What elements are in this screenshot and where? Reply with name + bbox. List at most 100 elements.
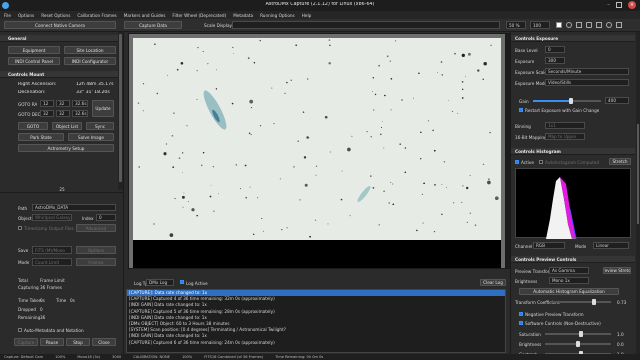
controls-histogram-heading[interactable]: Controls Histogram: [511, 148, 635, 155]
astrometry-setup-button[interactable]: Astrometry Setup: [18, 144, 114, 152]
goto-ra-seconds[interactable]: 32.6s: [72, 100, 88, 107]
toolbar-icon-c[interactable]: [586, 22, 592, 28]
advanced-button[interactable]: Advanced: [76, 224, 116, 232]
auto-metadata-checkbox[interactable]: [18, 328, 22, 332]
stop-button[interactable]: Stop: [66, 338, 90, 346]
auto-stretch-button[interactable]: Automatic Histogram Equalization: [519, 288, 619, 295]
gain-slider-track[interactable]: [533, 98, 601, 104]
zoom-select[interactable]: 50 %: [506, 21, 526, 29]
connect-camera-button[interactable]: Connect Native Camera: [4, 21, 116, 29]
save-format-select[interactable]: FITS (M)/Mono: [32, 246, 72, 254]
gain-input[interactable]: 400: [605, 97, 629, 104]
controls-mount-heading[interactable]: Controls Mount: [0, 71, 118, 78]
object-list-button[interactable]: Object List: [52, 122, 82, 130]
exposure-scale-select[interactable]: Seconds/Minute: [545, 68, 629, 75]
log-list[interactable]: [CAPTURE]: Data rate changed to: 1x [CAP…: [126, 289, 506, 353]
toolbar-icon-a[interactable]: [566, 22, 572, 28]
restart-exposure-checkbox[interactable]: [519, 108, 523, 112]
park-state-button[interactable]: Park State: [18, 133, 64, 141]
frames-button[interactable]: Frames: [76, 258, 116, 266]
right-scrollbar[interactable]: [636, 32, 640, 354]
left-scrollbar[interactable]: [118, 32, 123, 190]
gain-slider-handle[interactable]: [569, 98, 573, 104]
left-scrollbar-thumb[interactable]: [119, 34, 122, 182]
software-controls-checkbox[interactable]: [519, 321, 523, 325]
preview-stretch-button[interactable]: Preview Stretch: [603, 267, 631, 274]
channel-select[interactable]: RGB: [533, 242, 565, 249]
goto-dec-seconds[interactable]: 32.6s: [72, 110, 88, 117]
saturation-slider[interactable]: [545, 331, 611, 337]
goto-ra-hours[interactable]: 12: [40, 100, 54, 107]
capture-data-button[interactable]: Capture Data: [124, 21, 182, 29]
brightness-slider[interactable]: [545, 341, 611, 347]
transform-coef-slider[interactable]: [551, 299, 611, 305]
exposure-input[interactable]: 300: [545, 57, 565, 64]
tonemap-select[interactable]: Map to Upper: [545, 133, 585, 140]
transform-coef-handle[interactable]: [592, 299, 596, 305]
brightness-mode-select[interactable]: Mono 1x: [549, 277, 589, 284]
toolbar-icon-b[interactable]: [576, 22, 582, 28]
image-view[interactable]: [128, 33, 506, 269]
menu-calibration-frames[interactable]: Calibration Frames: [77, 13, 116, 18]
negative-preview-checkbox[interactable]: [519, 312, 523, 316]
close-button[interactable]: Close: [92, 338, 116, 346]
pause-button[interactable]: Pause: [40, 338, 64, 346]
menu-markers-guides[interactable]: Markers and Guides: [124, 13, 166, 18]
save-options-button[interactable]: Options: [76, 246, 116, 254]
solve-image-button[interactable]: Solve Image: [68, 133, 114, 141]
menu-filter-wheel[interactable]: Filter Wheel (Deprecated): [172, 13, 226, 18]
binning-select[interactable]: 1x1: [545, 122, 585, 129]
sky-image[interactable]: [133, 38, 501, 240]
autohistogram-checkbox[interactable]: [539, 160, 543, 164]
right-scrollbar-thumb[interactable]: [637, 124, 639, 224]
index-input[interactable]: 0: [96, 214, 116, 221]
log-active-checkbox[interactable]: [180, 280, 184, 284]
goto-dec-minutes[interactable]: 32: [56, 110, 70, 117]
menu-running-options[interactable]: Running Options: [260, 13, 295, 18]
goto-dec-degrees[interactable]: 32: [40, 110, 54, 117]
saturation-handle[interactable]: [579, 331, 583, 337]
star: [390, 181, 392, 184]
log-type-select[interactable]: DMx Log: [146, 279, 174, 286]
maximize-icon[interactable]: [616, 2, 622, 8]
capture-button[interactable]: Capture: [14, 338, 38, 346]
object-input[interactable]: Whirlpool Galaxy: [32, 214, 72, 221]
brightness-handle[interactable]: [576, 341, 580, 347]
mode-select[interactable]: Count Limit: [32, 258, 72, 266]
menu-metadata[interactable]: Metadata: [233, 13, 253, 18]
controls-exposure-heading[interactable]: Controls Exposure: [511, 35, 635, 42]
menu-reset-options[interactable]: Reset Options: [41, 13, 70, 18]
color-swatch[interactable]: [556, 22, 562, 28]
general-heading[interactable]: General: [0, 35, 118, 42]
toolbar-icon-f[interactable]: [616, 22, 622, 28]
stretch-button[interactable]: Stretch: [609, 158, 631, 165]
path-input[interactable]: AstroDMx_DATA: [32, 204, 116, 211]
menu-options[interactable]: Options: [18, 13, 34, 18]
scale-display-select[interactable]: [232, 21, 500, 29]
goto-ra-minutes[interactable]: 32: [56, 100, 70, 107]
close-window-icon[interactable]: ×: [628, 1, 636, 9]
site-location-button[interactable]: Site Location: [64, 46, 116, 54]
menu-help[interactable]: Help: [302, 13, 312, 18]
controls-preview-heading[interactable]: Controls Preview Controls: [511, 256, 635, 263]
goto-button[interactable]: GOTO: [18, 122, 48, 130]
sync-button[interactable]: Sync: [86, 122, 114, 130]
menu-file[interactable]: File: [4, 13, 11, 18]
zoom2-select[interactable]: 100: [530, 21, 550, 29]
base-level-input[interactable]: 0: [545, 46, 565, 53]
toolbar-icon-d[interactable]: [596, 22, 602, 28]
histogram-mode-select[interactable]: Linear: [593, 242, 629, 249]
update-button[interactable]: Update: [92, 100, 114, 117]
indi-control-button[interactable]: INDI Control Panel: [8, 57, 60, 65]
equipment-button[interactable]: Equipment: [8, 46, 60, 54]
preview-transform-select[interactable]: As Gamma: [549, 267, 589, 274]
minimize-icon[interactable]: –: [606, 3, 611, 8]
toolbar-icon-e[interactable]: [606, 22, 612, 28]
indi-config-button[interactable]: INDI Configurator: [64, 57, 116, 65]
timestamp-checkbox[interactable]: [18, 226, 22, 230]
exposure-mode-select[interactable]: Video/Stills: [545, 79, 629, 86]
clear-log-button[interactable]: Clear Log: [480, 279, 506, 286]
log-line[interactable]: [CAPTURE] Captured 6 of 36 time remainin…: [127, 340, 505, 346]
star: [454, 52, 456, 55]
histogram-active-checkbox[interactable]: [515, 160, 519, 164]
